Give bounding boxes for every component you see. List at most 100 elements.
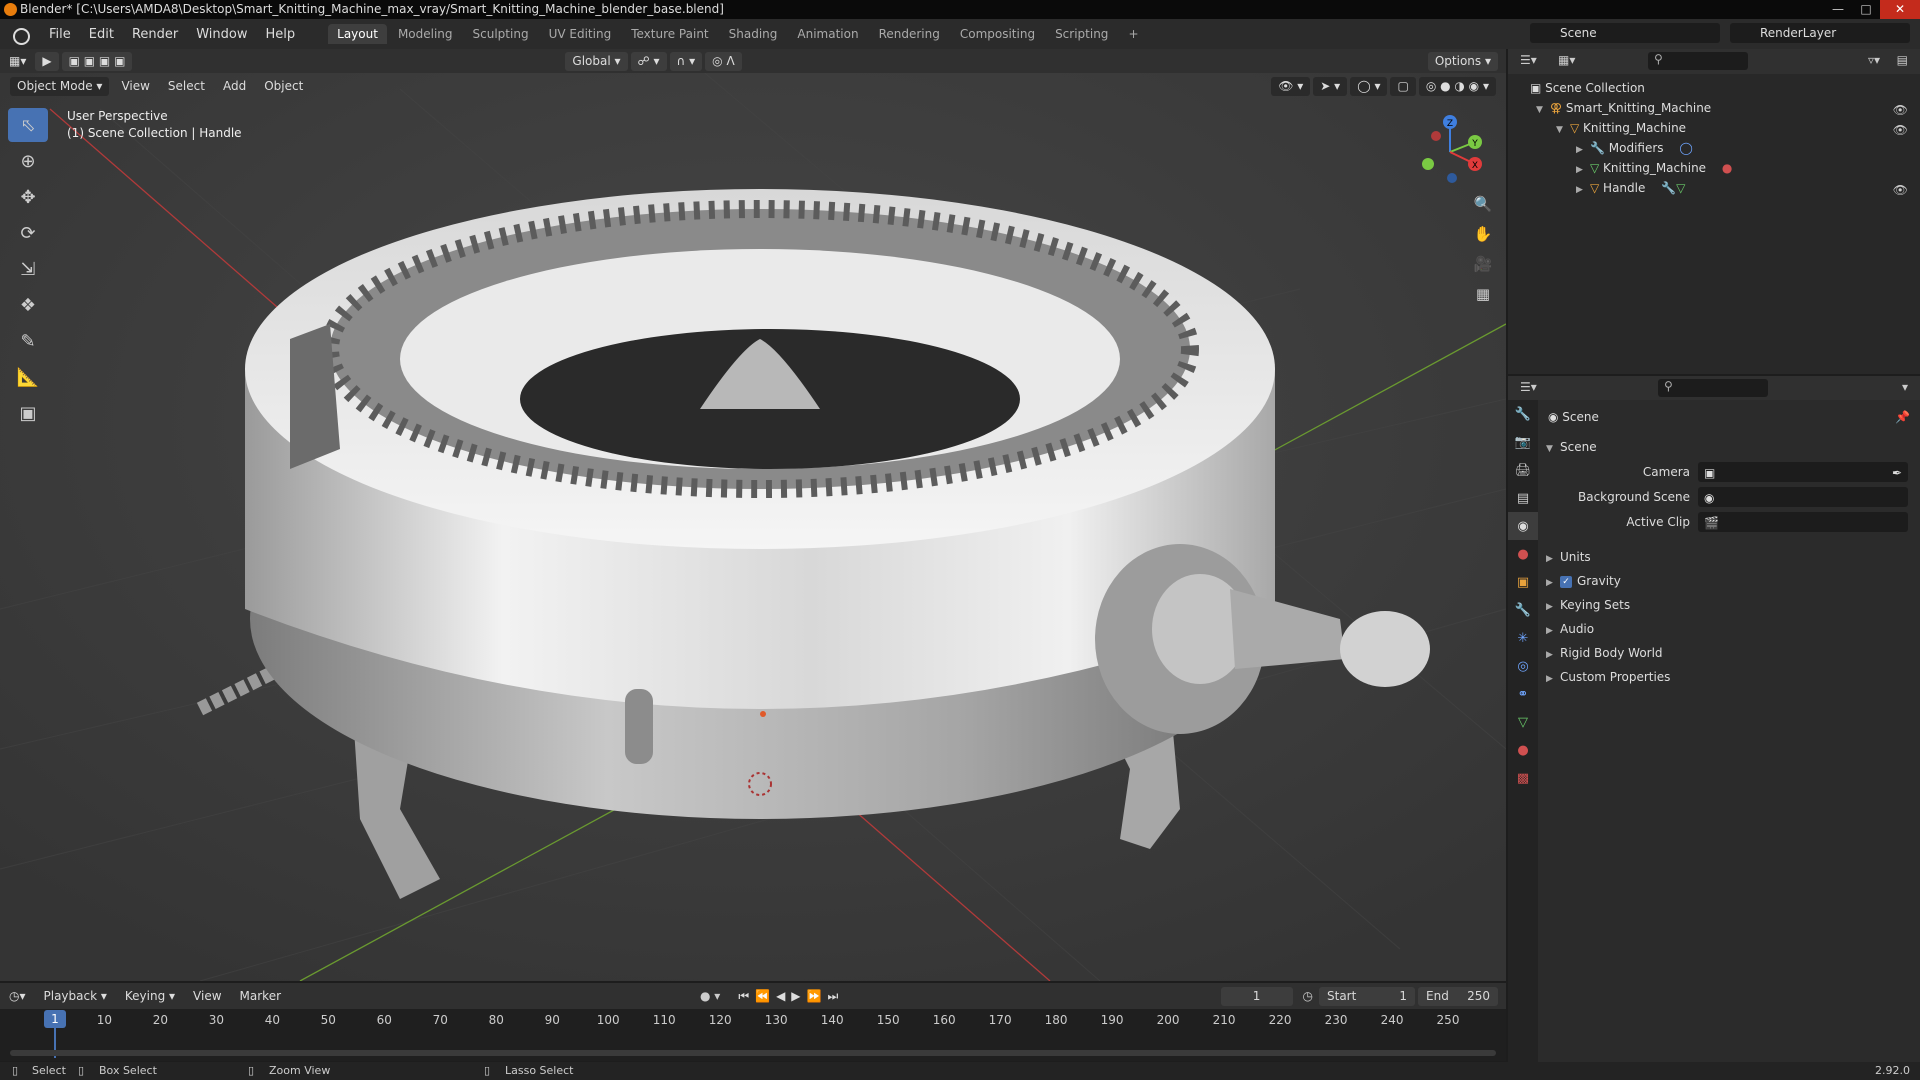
tab-modeling[interactable]: Modeling (389, 24, 462, 44)
outliner-row-item-3[interactable]: ▶ ▽ Knitting_Machine ● (1508, 158, 1920, 178)
visibility-eye-icon[interactable]: 👁 (1893, 180, 1908, 200)
background-scene-field[interactable]: ◉ (1698, 487, 1908, 507)
expand-arrow-icon[interactable]: ▶ (1576, 140, 1590, 160)
texture-tab-icon[interactable]: ▩ (1508, 764, 1538, 792)
visibility-eye-icon[interactable]: 👁 (1893, 120, 1908, 140)
annotate-tool-icon[interactable]: ✎ (8, 324, 48, 358)
tab-rendering[interactable]: Rendering (870, 24, 949, 44)
render-tab-icon[interactable]: 📷 (1508, 428, 1538, 456)
filter-icon[interactable]: ▿▾ (1868, 53, 1880, 67)
expand-arrow-icon[interactable]: ▶ (1546, 596, 1560, 618)
expand-arrow-icon[interactable]: ▶ (1546, 620, 1560, 642)
panel-rigid-body-world[interactable]: ▶ Rigid Body World (1538, 642, 1920, 664)
camera-field[interactable]: ▣ ✒ (1698, 462, 1908, 482)
camera-view-icon[interactable]: 🎥 (1469, 251, 1497, 277)
record-icon[interactable]: ● ▾ (700, 989, 720, 1003)
timeline-menu-playback[interactable]: Playback ▾ (35, 989, 116, 1003)
xray-icon[interactable]: ▢ (1390, 76, 1416, 96)
expand-arrow-icon[interactable]: ▶ (1546, 548, 1560, 570)
3d-viewport[interactable]: ▦▾ ▶ ▣ ▣ ▣ ▣ Global ▾ ☍ ▾ ∩ ▾ ◎ Λ Option… (0, 49, 1506, 981)
cursor-tool-icon[interactable]: ⊕ (8, 144, 48, 178)
eyedropper-icon[interactable]: ✒ (1892, 462, 1902, 484)
timeline-editor-type-icon[interactable]: ◷▾ (0, 989, 35, 1003)
viewport-menu-object[interactable]: Object (255, 79, 312, 93)
measure-tool-icon[interactable]: 📐 (8, 360, 48, 394)
zoom-icon[interactable]: 🔍 (1469, 191, 1497, 217)
tab-layout[interactable]: Layout (328, 24, 387, 44)
transform-orientation-dropdown[interactable]: Global ▾ (565, 51, 628, 71)
outliner-row-scene-collection[interactable]: ▣ Scene Collection (1508, 78, 1920, 98)
active-clip-field[interactable]: 🎬 (1698, 512, 1908, 532)
mode-dropdown[interactable]: Object Mode ▾ (10, 76, 110, 96)
menu-file[interactable]: File (40, 27, 80, 42)
pivot-point-icon[interactable]: ☍ ▾ (630, 51, 667, 71)
tool-tab-icon[interactable]: 🔧 (1508, 400, 1538, 428)
scale-tool-icon[interactable]: ⇲ (8, 252, 48, 286)
section-scene[interactable]: ▼ Scene (1538, 436, 1920, 458)
pan-hand-icon[interactable]: ✋ (1469, 221, 1497, 247)
outliner-row-item-2[interactable]: ▶ 🔧 Modifiers ◯ (1508, 138, 1920, 158)
end-frame-field[interactable]: End 250 (1418, 986, 1498, 1006)
close-icon[interactable]: ✕ (1880, 0, 1920, 19)
material-tab-icon[interactable]: ● (1508, 736, 1538, 764)
visibility-icon[interactable]: 👁 ▾ (1271, 76, 1311, 96)
view-layer-tab-icon[interactable]: ▤ (1508, 484, 1538, 512)
display-mode-icon[interactable]: ▦▾ (1558, 53, 1575, 67)
panel-gravity[interactable]: ▶ ✓ Gravity (1538, 570, 1920, 592)
gizmo-toggle-icon[interactable]: ➤ ▾ (1313, 76, 1348, 96)
properties-options-icon[interactable]: ▾ (1902, 380, 1908, 394)
properties-search-input[interactable]: ⚲ (1658, 379, 1768, 397)
select-tool-icon[interactable]: ⬁ (8, 108, 48, 142)
rotate-tool-icon[interactable]: ⟳ (8, 216, 48, 250)
panel-keying-sets[interactable]: ▶ Keying Sets (1538, 594, 1920, 616)
editor-type-icon[interactable]: ▦▾ (0, 54, 35, 68)
expand-arrow-icon[interactable]: ▼ (1556, 120, 1570, 140)
viewport-menu-select[interactable]: Select (159, 79, 214, 93)
timeline-menu-view[interactable]: View (184, 989, 230, 1003)
scene-selector[interactable]: Scene (1530, 23, 1720, 43)
minimize-icon[interactable]: — (1824, 0, 1852, 19)
particles-tab-icon[interactable]: ✳ (1508, 624, 1538, 652)
box-select-mode-icons[interactable]: ▣ ▣ ▣ ▣ (61, 51, 133, 71)
tab-animation[interactable]: Animation (788, 24, 867, 44)
navigation-gizmo[interactable]: Z Y X (1410, 112, 1490, 192)
constraints-tab-icon[interactable]: ⚭ (1508, 680, 1538, 708)
expand-arrow-icon[interactable]: ▶ (1546, 644, 1560, 666)
tab-sculpting[interactable]: Sculpting (464, 24, 538, 44)
snap-icon[interactable]: ∩ ▾ (669, 51, 703, 71)
outliner-row-item-0[interactable]: ▼ ⚢ Smart_Knitting_Machine 👁 (1508, 98, 1920, 118)
move-tool-icon[interactable]: ✥ (8, 180, 48, 214)
outliner-search-input[interactable]: ⚲ (1648, 52, 1748, 70)
expand-arrow-icon[interactable]: ▶ (1546, 668, 1560, 690)
playback-controls-icons[interactable]: ⏮⏪◀▶⏩⏭ (738, 989, 844, 1004)
menu-window[interactable]: Window (187, 27, 256, 42)
current-frame-field[interactable]: 1 (1220, 986, 1293, 1006)
menu-edit[interactable]: Edit (80, 27, 123, 42)
properties-editor-type-icon[interactable]: ☰▾ (1520, 380, 1537, 394)
tab-compositing[interactable]: Compositing (951, 24, 1044, 44)
frame-cursor[interactable]: 1 (44, 1010, 66, 1028)
clock-icon[interactable]: ◷ (1303, 989, 1313, 1003)
panel-custom-properties[interactable]: ▶ Custom Properties (1538, 666, 1920, 688)
outliner-row-item-4[interactable]: ▶ ▽ Handle 🔧▽ 👁 (1508, 178, 1920, 198)
options-dropdown[interactable]: Options ▾ (1427, 51, 1498, 71)
expand-arrow-icon[interactable]: ▶ (1576, 160, 1590, 180)
panel-audio[interactable]: ▶ Audio (1538, 618, 1920, 640)
tab-scripting[interactable]: Scripting (1046, 24, 1117, 44)
maximize-icon[interactable]: □ (1852, 0, 1880, 19)
panel-units[interactable]: ▶ Units (1538, 546, 1920, 568)
add-workspace-icon[interactable]: + (1119, 24, 1147, 44)
blender-menu-icon[interactable] (10, 24, 30, 45)
viewport-menu-add[interactable]: Add (214, 79, 255, 93)
timeline-menu-keying[interactable]: Keying ▾ (116, 989, 184, 1003)
overlays-icon[interactable]: ◯ ▾ (1350, 76, 1388, 96)
outliner-editor-type-icon[interactable]: ☰▾ (1520, 53, 1537, 67)
expand-arrow-icon[interactable]: ▶ (1576, 180, 1590, 200)
tab-texture-paint[interactable]: Texture Paint (622, 24, 717, 44)
world-tab-icon[interactable]: ● (1508, 540, 1538, 568)
outliner-row-item-1[interactable]: ▼ ▽ Knitting_Machine 👁 (1508, 118, 1920, 138)
view-layer-selector[interactable]: RenderLayer (1730, 23, 1910, 43)
menu-render[interactable]: Render (123, 27, 187, 42)
transform-tool-icon[interactable]: ❖ (8, 288, 48, 322)
output-tab-icon[interactable]: 🖨 (1508, 456, 1538, 484)
